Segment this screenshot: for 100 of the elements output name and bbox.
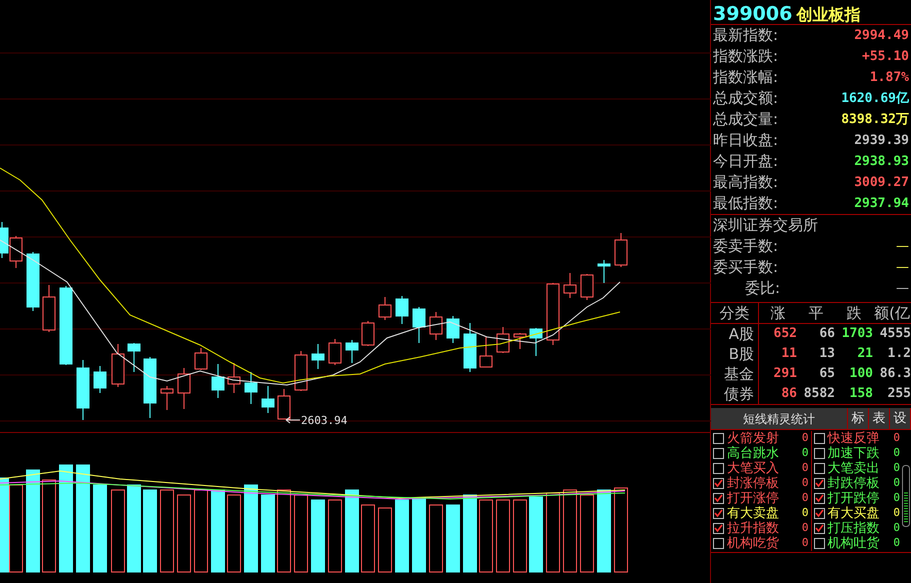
exchange-name: 深圳证券交易所	[713, 215, 818, 236]
leader-arrow	[286, 416, 300, 424]
candlestick	[430, 312, 442, 340]
table-cell: 基金	[711, 364, 759, 384]
signal-label: 大笔买入	[727, 461, 780, 476]
checkbox[interactable]	[814, 463, 824, 474]
stock-code: 399006	[713, 2, 792, 27]
signal-label: 高台跳水	[727, 446, 780, 461]
candlestick	[614, 232, 628, 268]
table-cell-text: 1.2	[886, 345, 911, 364]
checkbox[interactable]	[814, 523, 824, 534]
checkbox[interactable]	[814, 448, 824, 459]
order-value: —	[896, 258, 909, 277]
quote-value: 8398.32万	[841, 110, 909, 129]
signal-count: 0	[802, 445, 808, 462]
quote-value: 2939.39	[854, 132, 909, 150]
signal-count: 0	[802, 460, 808, 476]
quote-label: 昨日收盘:	[713, 130, 778, 152]
quote-value: 2994.49	[854, 26, 909, 45]
order-label: 委买手数:	[713, 257, 778, 278]
signal-label: 快速反弹	[828, 431, 880, 446]
order-value: —	[896, 280, 909, 298]
candlestick	[598, 260, 610, 284]
table-cell-text: 158	[848, 385, 873, 404]
candlestick	[26, 252, 40, 312]
checkbox[interactable]	[814, 508, 824, 519]
signal-label: 大笔卖出	[828, 461, 880, 476]
candlestick	[312, 344, 324, 370]
order-label: 委卖手数:	[713, 236, 778, 258]
table-cell-text: 11	[780, 345, 797, 364]
volume-bar	[429, 504, 443, 572]
table-cell: 债券	[711, 384, 759, 404]
candlestick	[396, 296, 408, 324]
table-cell: B股	[711, 344, 759, 364]
low-price-label: 2603.94	[301, 414, 348, 427]
panel-button[interactable]: 标	[848, 408, 869, 429]
scrollbar-icon[interactable]	[902, 465, 910, 527]
candlestick	[580, 274, 594, 300]
candlestick	[194, 348, 208, 370]
quote-label: 指数涨幅:	[713, 67, 778, 88]
signal-label: 打压指数	[828, 521, 880, 536]
quote-value: 1620.69亿	[841, 90, 909, 108]
quote-value: 3009.27	[854, 174, 909, 192]
signal-count: 0	[893, 535, 900, 552]
signal-count: 0	[802, 475, 808, 492]
checkbox[interactable]	[713, 493, 724, 504]
candlestick	[228, 362, 240, 394]
candlestick	[496, 326, 510, 354]
signal-count: 0	[802, 535, 808, 552]
candlestick	[244, 372, 258, 404]
checkbox[interactable]	[814, 538, 824, 549]
candlestick	[464, 322, 476, 372]
checkbox[interactable]	[814, 493, 824, 504]
table-cell-text: 13	[818, 345, 835, 364]
signal-count: 0	[802, 490, 808, 506]
candlestick	[178, 368, 190, 410]
signal-label: 机构吐货	[828, 536, 880, 551]
checkbox[interactable]	[713, 508, 724, 519]
candlestick	[446, 316, 460, 344]
quote-label: 最低指数:	[713, 193, 778, 214]
volume-bar	[446, 504, 460, 572]
candlestick	[212, 364, 224, 398]
signal-label: 有大卖盘	[727, 506, 780, 521]
quote-label: 最高指数:	[713, 172, 778, 194]
panel-title: 短线精灵统计	[711, 408, 848, 429]
signal-label: 拉升指数	[727, 521, 780, 536]
column-header: 跌	[846, 302, 862, 324]
candlestick	[362, 320, 374, 346]
table-cell-text: 86	[780, 385, 797, 404]
checkbox[interactable]	[713, 448, 724, 459]
candlestick	[346, 340, 358, 364]
quote-label: 最新指数:	[713, 25, 778, 46]
signal-count: 0	[893, 430, 900, 446]
table-cell-text: 652	[772, 325, 797, 344]
candlestick	[160, 386, 174, 410]
candlestick	[128, 342, 140, 372]
candlestick	[530, 328, 542, 356]
order-value: —	[896, 238, 909, 256]
signal-label: 机构吃货	[727, 536, 780, 551]
quote-value: 2938.93	[854, 152, 909, 171]
checkbox[interactable]	[713, 433, 724, 444]
table-cell-text: 66	[818, 325, 835, 344]
checkbox[interactable]	[814, 478, 824, 489]
signal-label: 火箭发射	[727, 431, 780, 446]
signal-count: 0	[802, 520, 808, 536]
checkbox[interactable]	[713, 538, 724, 549]
candlestick	[564, 272, 576, 298]
quote-label: 总成交额:	[713, 88, 778, 110]
checkbox[interactable]	[713, 478, 724, 489]
panel-button[interactable]: 表	[869, 408, 890, 429]
signal-label: 打开跌停	[828, 491, 880, 506]
candlestick	[112, 344, 124, 388]
signal-count: 0	[893, 475, 900, 492]
checkbox[interactable]	[713, 463, 724, 474]
checkbox[interactable]	[713, 523, 724, 534]
volume-bar	[378, 508, 392, 572]
checkbox[interactable]	[814, 433, 824, 444]
quote-label: 今日开盘:	[713, 151, 778, 172]
candlestick	[42, 284, 56, 332]
panel-button[interactable]: 设	[890, 408, 911, 429]
